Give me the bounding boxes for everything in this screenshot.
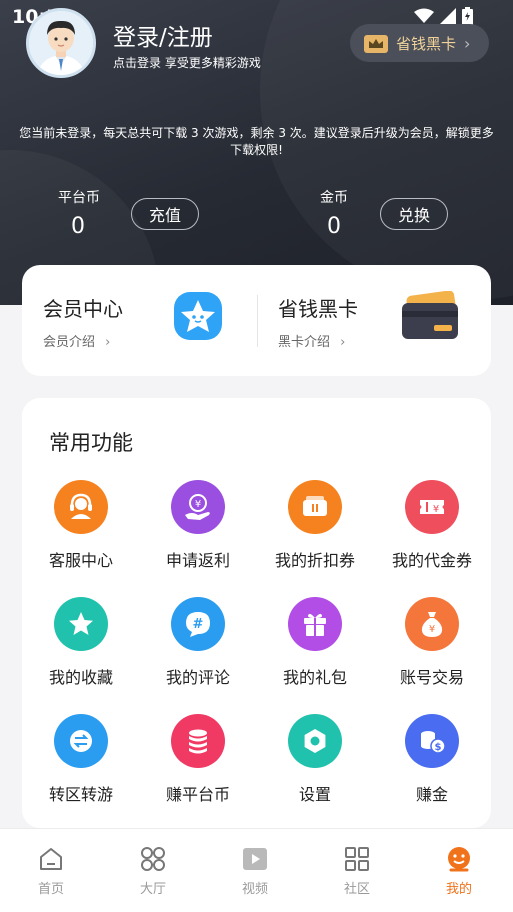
blackcard-title: 省钱黑卡: [278, 297, 358, 321]
mine-face-icon: [444, 844, 474, 874]
func-settings[interactable]: 设置: [256, 714, 374, 814]
transfer-icon: [54, 714, 108, 768]
coin-stack-icon: [171, 714, 225, 768]
func-customer-service[interactable]: 客服中心: [22, 480, 140, 580]
recharge-button[interactable]: 充值: [131, 198, 199, 230]
tab-community[interactable]: 社区: [306, 829, 408, 912]
func-apply-rebate[interactable]: ¥ 申请返利: [139, 480, 257, 580]
blackcard-entry[interactable]: 省钱黑卡 黑卡介绍 ›: [258, 265, 491, 376]
tab-label: 首页: [37, 882, 64, 897]
svg-text:¥: ¥: [433, 504, 439, 515]
member-center-title: 会员中心: [43, 297, 123, 321]
blackcard-button-label: 省钱黑卡: [396, 34, 457, 53]
svg-text:¥: ¥: [429, 624, 435, 635]
status-icons: [414, 7, 473, 25]
money-bag-icon: ¥: [405, 597, 459, 651]
func-label: 账号交易: [399, 668, 464, 687]
func-label: 我的折扣券: [274, 551, 355, 570]
tab-home[interactable]: 首页: [0, 829, 102, 912]
voucher-icon: ¥: [405, 480, 459, 534]
func-label: 转区转游: [48, 785, 113, 804]
func-label: 我的评论: [165, 668, 230, 687]
func-label: 我的礼包: [282, 668, 347, 687]
gold-coins-icon: $: [405, 714, 459, 768]
func-my-comments[interactable]: # 我的评论: [139, 597, 257, 697]
func-label: 设置: [298, 785, 331, 804]
func-label: 申请返利: [165, 551, 230, 570]
func-label: 我的收藏: [48, 668, 113, 687]
discount-ticket-icon: [288, 480, 342, 534]
func-my-favorites[interactable]: 我的收藏: [22, 597, 140, 697]
home-icon: [36, 844, 66, 874]
chevron-right-icon: ›: [340, 335, 346, 350]
func-label: 我的代金券: [391, 551, 472, 570]
settings-icon: [288, 714, 342, 768]
tab-label: 我的: [445, 882, 472, 897]
login-subtitle: 点击登录 享受更多精彩游戏: [113, 56, 261, 70]
tab-video[interactable]: 视频: [204, 829, 306, 912]
func-account-trade[interactable]: ¥ 账号交易: [373, 597, 491, 697]
member-intro-link[interactable]: 会员介绍 ›: [43, 331, 110, 350]
signal-icon: [440, 8, 456, 24]
chevron-right-icon: ›: [105, 335, 111, 350]
tab-lobby[interactable]: 大厅: [102, 829, 204, 912]
tab-label: 大厅: [139, 882, 166, 897]
vip-card: 会员中心 会员介绍 › 省钱黑卡 黑卡介绍 ›: [22, 265, 491, 376]
login-register-title[interactable]: 登录/注册: [113, 18, 213, 52]
grid-circles-icon: [138, 844, 168, 874]
login-notice: 您当前未登录，每天总共可下载 3 次游戏，剩余 3 次。建议登录后升级为会员，解…: [19, 126, 494, 157]
gift-icon: [288, 597, 342, 651]
func-label: 赚金: [415, 785, 448, 804]
func-my-gifts[interactable]: 我的礼包: [256, 597, 374, 697]
member-star-icon: [174, 292, 222, 340]
func-label: 赚平台币: [165, 785, 230, 804]
avatar[interactable]: [26, 8, 96, 78]
gold-coin-label: 金币: [320, 190, 348, 206]
rebate-hand-icon: ¥: [171, 480, 225, 534]
chevron-right-icon: ›: [464, 33, 471, 53]
svg-text:#: #: [193, 617, 204, 632]
gold-coin-value: 0: [327, 214, 341, 239]
battery-icon: [462, 7, 473, 25]
func-earn-platform-coin[interactable]: 赚平台币: [139, 714, 257, 814]
tab-label: 社区: [343, 882, 370, 897]
func-earn-gold[interactable]: $ 赚金: [373, 714, 491, 814]
blackcard-intro-label: 黑卡介绍: [278, 335, 331, 350]
func-my-voucher[interactable]: ¥ 我的代金券: [373, 480, 491, 580]
star-icon: [54, 597, 108, 651]
wifi-icon: [414, 8, 434, 23]
member-center-entry[interactable]: 会员中心 会员介绍 ›: [22, 265, 256, 376]
svg-text:$: $: [435, 742, 442, 753]
common-functions-card: 常用功能 客服中心 ¥ 申请返利 我的折扣券 ¥ 我的代金券 我的收藏 # 我的…: [22, 398, 491, 828]
avatar-icon: [29, 11, 93, 75]
bottom-tab-bar: 首页 大厅 视频 社区 我的: [0, 828, 513, 912]
blackcard-button[interactable]: 省钱黑卡 ›: [350, 24, 489, 62]
comment-icon: #: [171, 597, 225, 651]
member-intro-label: 会员介绍: [43, 335, 96, 350]
func-my-discount-coupon[interactable]: 我的折扣券: [256, 480, 374, 580]
tab-label: 视频: [241, 882, 268, 897]
exchange-button[interactable]: 兑换: [380, 198, 448, 230]
community-grid-icon: [342, 844, 372, 874]
crown-icon: [364, 35, 388, 53]
black-card-icon: [402, 291, 458, 339]
svg-text:¥: ¥: [195, 499, 201, 510]
func-transfer-server[interactable]: 转区转游: [22, 714, 140, 814]
video-icon: [240, 844, 270, 874]
func-label: 客服中心: [48, 551, 113, 570]
platform-coin-label: 平台币: [58, 190, 100, 206]
headset-icon: [54, 480, 108, 534]
tab-mine[interactable]: 我的: [408, 829, 510, 912]
blackcard-intro-link[interactable]: 黑卡介绍 ›: [278, 331, 345, 350]
platform-coin-value: 0: [71, 214, 85, 239]
common-functions-title: 常用功能: [49, 431, 133, 455]
